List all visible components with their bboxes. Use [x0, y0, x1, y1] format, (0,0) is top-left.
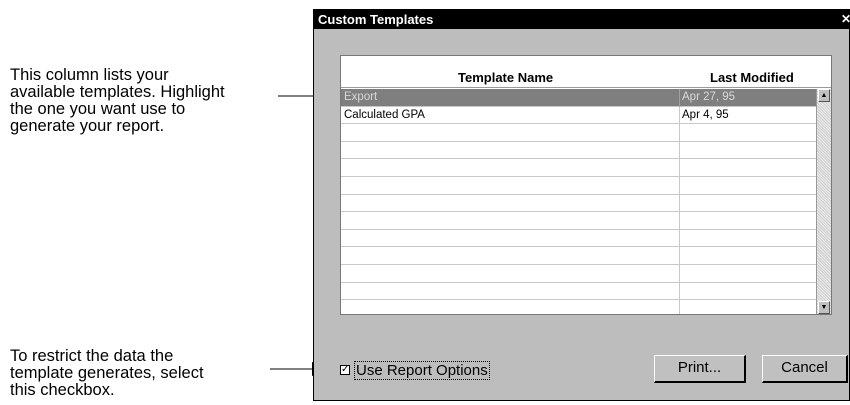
- cell-divider: [679, 141, 680, 160]
- cell-divider: [679, 282, 680, 301]
- last-modified-cell: Apr 4, 95: [682, 108, 729, 121]
- callout-template-column: This column lists your available templat…: [10, 67, 300, 135]
- cell-divider: [679, 247, 680, 265]
- custom-templates-dialog: Custom Templates ✕ Template Name Last Mo…: [313, 9, 850, 401]
- column-header-last-modified[interactable]: Last Modified: [710, 70, 794, 85]
- table-row[interactable]: [341, 124, 817, 142]
- table-row[interactable]: [341, 194, 817, 213]
- cancel-button[interactable]: Cancel: [762, 355, 848, 383]
- vertical-scrollbar[interactable]: ▲ ▼: [816, 89, 831, 314]
- table-row[interactable]: [341, 176, 817, 195]
- cell-divider: [679, 212, 680, 230]
- cell-divider: [679, 106, 680, 125]
- templates-list: Template Name Last Modified Export Apr 27…: [340, 55, 832, 315]
- scroll-down-icon[interactable]: ▼: [818, 301, 830, 314]
- template-name-cell: Calculated GPA: [344, 108, 425, 121]
- callout-line: the one you want use to: [10, 100, 186, 118]
- last-modified-cell: Apr 27, 95: [682, 91, 736, 103]
- table-row[interactable]: [341, 264, 817, 283]
- cell-divider: [679, 229, 680, 248]
- table-row[interactable]: [341, 229, 817, 248]
- table-row[interactable]: [341, 282, 817, 301]
- callout-line: generate your report.: [10, 117, 165, 135]
- table-row[interactable]: Export Apr 27, 95: [341, 89, 817, 107]
- callout-line: available templates. Highlight: [10, 83, 225, 101]
- table-row[interactable]: [341, 159, 817, 177]
- close-icon[interactable]: ✕: [839, 10, 850, 29]
- column-header-template-name[interactable]: Template Name: [458, 70, 553, 85]
- cell-divider: [679, 264, 680, 283]
- table-row[interactable]: [341, 247, 817, 265]
- cell-divider: [679, 159, 680, 177]
- callout-line: this checkbox.: [10, 381, 115, 399]
- callout-line: To restrict the data the: [10, 347, 174, 365]
- dialog-titlebar[interactable]: Custom Templates ✕: [314, 10, 850, 29]
- callout-line: template generates, select: [10, 364, 204, 382]
- use-report-options-control[interactable]: ✓ Use Report Options: [340, 360, 490, 380]
- table-row[interactable]: [341, 300, 817, 314]
- table-row[interactable]: [341, 212, 817, 230]
- template-name-cell: Export: [344, 91, 378, 103]
- table-row[interactable]: Calculated GPA Apr 4, 95: [341, 106, 817, 125]
- table-row[interactable]: [341, 141, 817, 160]
- cell-divider: [679, 194, 680, 213]
- callout-checkbox: To restrict the data the template genera…: [10, 348, 270, 399]
- list-header: Template Name Last Modified: [341, 56, 831, 88]
- cell-divider: [679, 176, 680, 195]
- scroll-up-icon[interactable]: ▲: [818, 89, 830, 102]
- cell-divider: [679, 300, 680, 314]
- cell-divider: [679, 89, 680, 107]
- print-button[interactable]: Print...: [654, 355, 746, 383]
- cell-divider: [679, 124, 680, 142]
- use-report-options-label[interactable]: Use Report Options: [354, 360, 490, 380]
- template-rows: Export Apr 27, 95 Calculated GPA Apr 4, 95: [341, 89, 817, 314]
- callout-line: This column lists your: [10, 66, 169, 84]
- use-report-options-checkbox[interactable]: ✓: [340, 365, 350, 375]
- dialog-title: Custom Templates: [318, 12, 434, 27]
